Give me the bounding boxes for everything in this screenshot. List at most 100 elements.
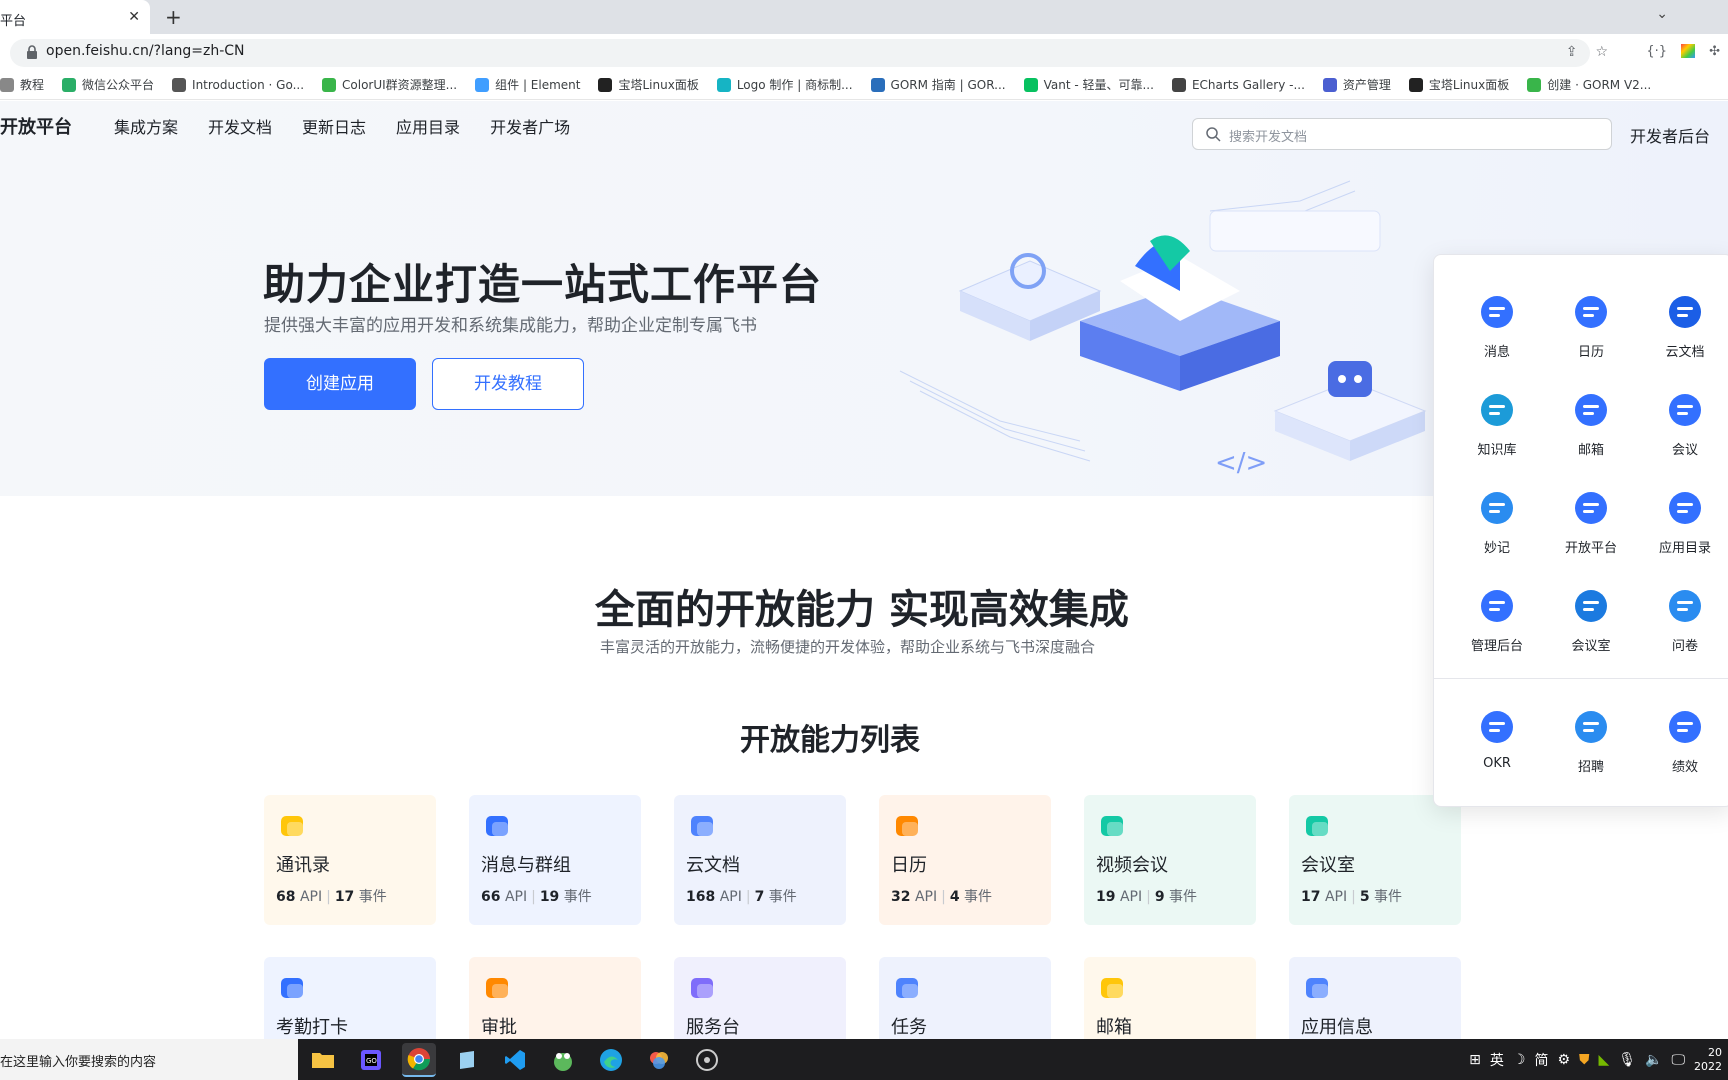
capability-card[interactable]: 审批: [469, 957, 641, 1039]
app-menu-item[interactable]: 云文档: [1640, 293, 1728, 373]
bookmark-item[interactable]: Introduction · Go...: [172, 77, 305, 92]
tab-close-icon[interactable]: ✕: [128, 9, 140, 25]
nav-link[interactable]: 集成方案: [114, 114, 178, 138]
hero-illustration: </>: [899, 180, 1427, 478]
frog-app-icon[interactable]: [546, 1043, 580, 1077]
moon-icon[interactable]: ☽: [1513, 1052, 1526, 1068]
bookmark-item[interactable]: 宝塔Linux面板: [598, 76, 699, 93]
bookmark-item[interactable]: 资产管理: [1322, 76, 1391, 93]
ime-mode-indicator[interactable]: 简: [1534, 1050, 1548, 1070]
extensions-puzzle-icon[interactable]: ✣: [1709, 44, 1720, 59]
paint-app-icon[interactable]: [642, 1043, 676, 1077]
bookmark-item[interactable]: 微信公众平台: [62, 76, 154, 93]
chrome-icon[interactable]: [402, 1043, 436, 1077]
bookmark-favicon-icon: [716, 77, 731, 92]
volume-icon[interactable]: 🔈: [1645, 1052, 1662, 1068]
app-menu-item[interactable]: 知识库: [1452, 391, 1542, 471]
api-label: API: [504, 889, 528, 905]
bookmark-favicon-icon: [1527, 77, 1542, 92]
new-tab-icon[interactable]: +: [165, 5, 182, 29]
bookmark-item[interactable]: 组件 | Element: [475, 76, 580, 93]
nav-link[interactable]: 更新日志: [302, 114, 366, 138]
bookmark-item[interactable]: GORM 指南 | GOR...: [870, 76, 1006, 93]
shield-icon[interactable]: ⛊: [1579, 1052, 1590, 1068]
bookmark-label: Introduction · Go...: [192, 77, 305, 92]
brand-logo-text[interactable]: 开放平台: [0, 113, 72, 139]
network-icon[interactable]: 🖵: [1672, 1052, 1686, 1068]
capability-card[interactable]: 视频会议 19 API | 9 事件: [1084, 795, 1256, 925]
app-menu-item[interactable]: 会议: [1640, 391, 1728, 471]
taskbar-search-input[interactable]: 在这里输入你要搜索的内容: [0, 1039, 298, 1080]
bookmark-label: 组件 | Element: [495, 78, 581, 92]
keyboard-grid-icon[interactable]: ⊞: [1469, 1052, 1481, 1068]
bookmarks-bar: 教程 微信公众平台 Introduction · Go... ColorUI群资源整理…: [0, 70, 1728, 100]
meeting-icon: [1669, 394, 1701, 426]
capability-card[interactable]: 考勤打卡: [264, 957, 436, 1039]
developer-console-link[interactable]: 开发者后台: [1630, 123, 1710, 147]
capability-card[interactable]: 消息与群组 66 API | 19 事件: [469, 795, 641, 925]
bookmark-item[interactable]: ECharts Gallery -...: [1171, 77, 1305, 92]
capability-name: 会议室: [1301, 855, 1355, 876]
system-clock[interactable]: 20 2022: [1694, 1046, 1722, 1074]
dev-tutorial-button[interactable]: 开发教程: [432, 358, 584, 410]
settings-gear-icon[interactable]: ⚙: [1557, 1052, 1570, 1068]
vscode-icon[interactable]: [498, 1043, 532, 1077]
app-menu-item[interactable]: 开放平台: [1546, 489, 1636, 569]
create-app-button[interactable]: 创建应用: [264, 358, 416, 410]
capability-card[interactable]: 云文档 168 API | 7 事件: [674, 795, 846, 925]
app-menu-item[interactable]: 会议室: [1546, 587, 1636, 667]
video-icon: [1101, 816, 1123, 836]
nav-link[interactable]: 应用目录: [396, 114, 460, 138]
capability-card[interactable]: 应用信息: [1289, 957, 1461, 1039]
app-menu-item[interactable]: 妙记: [1452, 489, 1542, 569]
api-count: 168: [686, 889, 716, 905]
color-extension-icon[interactable]: [1681, 44, 1696, 58]
file-explorer-icon[interactable]: [306, 1043, 340, 1077]
capability-card[interactable]: 服务台: [674, 957, 846, 1039]
bookmark-star-icon[interactable]: ☆: [1595, 44, 1608, 60]
bookmark-item[interactable]: Logo 制作 | 商标制...: [716, 76, 853, 93]
bookmark-item[interactable]: 创建 · GORM V2...: [1527, 76, 1651, 93]
app-menu-item[interactable]: 应用目录: [1640, 489, 1728, 569]
url-text[interactable]: open.feishu.cn/?lang=zh-CN: [46, 43, 245, 59]
nvidia-icon[interactable]: ◣: [1599, 1052, 1610, 1068]
capability-card[interactable]: 通讯录 68 API | 17 事件: [264, 795, 436, 925]
app-menu-item[interactable]: OKR: [1452, 708, 1542, 788]
app-menu-label: 知识库: [1477, 443, 1517, 458]
app-menu-item[interactable]: 管理后台: [1452, 587, 1542, 667]
app-menu-item[interactable]: 绩效: [1640, 708, 1728, 788]
bookmark-item[interactable]: Vant - 轻量、可靠...: [1023, 76, 1154, 93]
bookmark-item[interactable]: ColorUI群资源整理...: [322, 76, 457, 93]
app-menu-item[interactable]: 招聘: [1546, 708, 1636, 788]
bookmark-item[interactable]: 教程: [0, 76, 44, 93]
obs-icon[interactable]: [690, 1043, 724, 1077]
notepad-icon[interactable]: [450, 1043, 484, 1077]
bookmark-label: Vant - 轻量、可靠...: [1043, 78, 1154, 92]
capability-stats: 168 API | 7 事件: [686, 886, 797, 906]
json-extension-icon[interactable]: {·}: [1646, 44, 1667, 59]
top-navbar: 开放平台 集成方案 开发文档 更新日志 应用目录 开发者广场 搜索开发文档 开发者后台: [0, 101, 1728, 151]
tab-search-chevron-icon[interactable]: ⌄: [1656, 6, 1668, 22]
capability-card[interactable]: 邮箱: [1084, 957, 1256, 1039]
goland-icon[interactable]: GO: [354, 1043, 388, 1077]
calendar-icon: [1575, 296, 1607, 328]
browser-tab[interactable]: 平台 ✕: [0, 0, 150, 34]
nav-link[interactable]: 开发者广场: [490, 114, 570, 138]
app-menu-item[interactable]: 问卷: [1640, 587, 1728, 667]
app-menu-item[interactable]: 日历: [1546, 293, 1636, 373]
lock-icon[interactable]: [26, 45, 38, 59]
capability-card[interactable]: 日历 32 API | 4 事件: [879, 795, 1051, 925]
microphone-icon[interactable]: 🎙: [1618, 1052, 1636, 1068]
nav-link[interactable]: 开发文档: [208, 114, 272, 138]
share-icon[interactable]: ⇪: [1566, 44, 1578, 60]
capability-card[interactable]: 会议室 17 API | 5 事件: [1289, 795, 1461, 925]
bookmark-item[interactable]: 宝塔Linux面板: [1408, 76, 1509, 93]
app-menu-item[interactable]: 邮箱: [1546, 391, 1636, 471]
app-menu-item[interactable]: 消息: [1452, 293, 1542, 373]
ime-language-indicator[interactable]: 英: [1490, 1050, 1504, 1070]
capability-card[interactable]: 任务: [879, 957, 1051, 1039]
omnibox[interactable]: [10, 39, 1590, 67]
edge-icon[interactable]: [594, 1043, 628, 1077]
bookmark-favicon-icon: [1408, 77, 1423, 92]
doc-search-input[interactable]: 搜索开发文档: [1192, 118, 1612, 150]
